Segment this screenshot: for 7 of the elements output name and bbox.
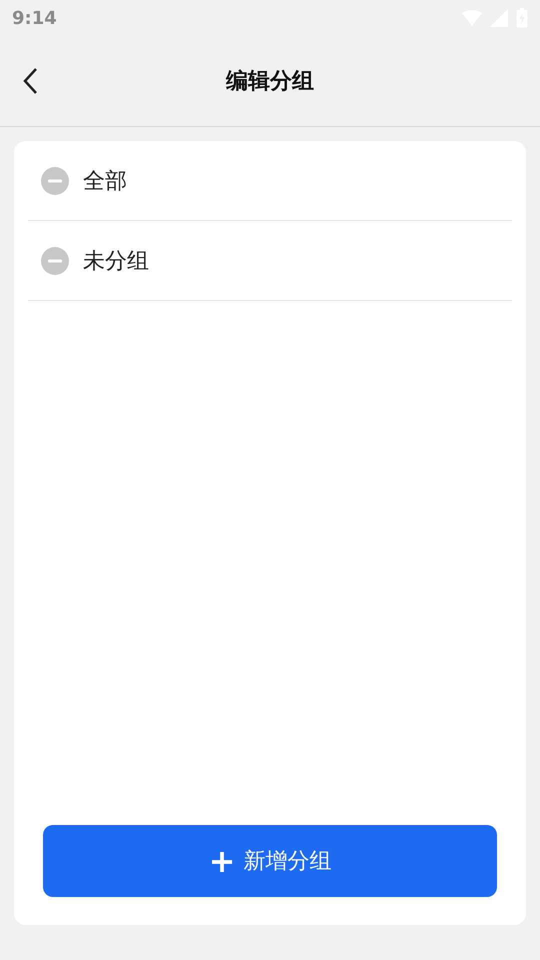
status-time: 9:14	[12, 8, 57, 28]
add-group-button[interactable]: + 新增分组	[43, 825, 497, 897]
group-name: 未分组	[83, 248, 149, 276]
group-name: 全部	[83, 168, 127, 196]
page-title: 编辑分组	[226, 68, 314, 96]
remove-icon[interactable]	[41, 246, 69, 274]
remove-icon[interactable]	[41, 166, 69, 194]
